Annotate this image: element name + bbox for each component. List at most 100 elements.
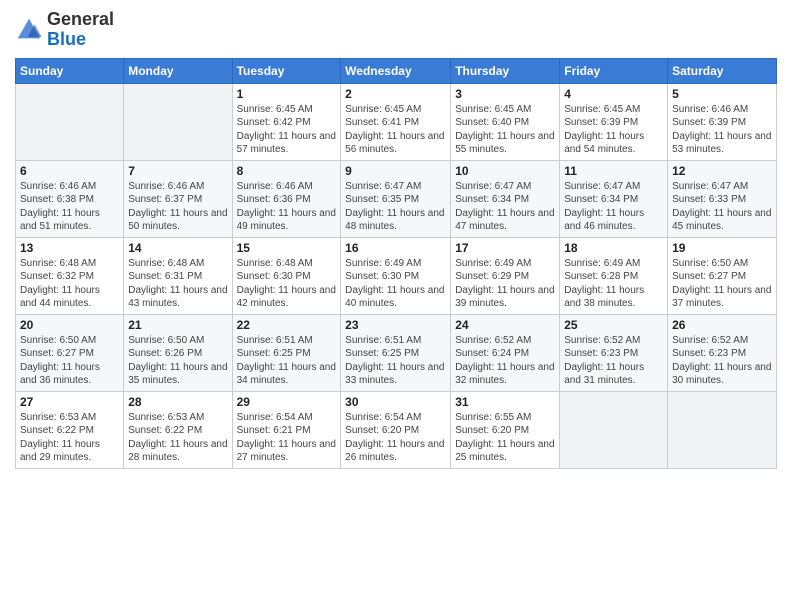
calendar-cell: 7Sunrise: 6:46 AMSunset: 6:37 PMDaylight… xyxy=(124,160,232,237)
day-info: Sunrise: 6:47 AMSunset: 6:33 PMDaylight:… xyxy=(672,180,772,234)
day-number: 9 xyxy=(345,164,446,178)
calendar-cell: 9Sunrise: 6:47 AMSunset: 6:35 PMDaylight… xyxy=(341,160,451,237)
calendar-cell: 11 Sunrise: 6:47 AMSunset: 6:34 PMDayligh… xyxy=(560,160,668,237)
calendar-cell: 15 Sunrise: 6:48 AMSunset: 6:30 PMDayligh… xyxy=(232,237,341,314)
day-number: 2 xyxy=(345,87,446,101)
calendar-header-friday: Friday xyxy=(560,58,668,83)
calendar-header-sunday: Sunday xyxy=(16,58,124,83)
day-number: 11 xyxy=(564,164,663,178)
day-info: Sunrise: 6:48 AMSunset: 6:30 PMDaylight:… xyxy=(237,257,337,311)
calendar-cell: 5 Sunrise: 6:46 AMSunset: 6:39 PMDaylight… xyxy=(668,83,777,160)
calendar-cell: 23 Sunrise: 6:51 AMSunset: 6:25 PMDayligh… xyxy=(341,314,451,391)
day-info: Sunrise: 6:46 AMSunset: 6:39 PMDaylight:… xyxy=(672,103,772,157)
calendar-cell: 28 Sunrise: 6:53 AMSunset: 6:22 PMDayligh… xyxy=(124,391,232,468)
calendar-week-5: 27 Sunrise: 6:53 AMSunset: 6:22 PMDayligh… xyxy=(16,391,777,468)
day-number: 15 xyxy=(237,241,337,255)
day-info: Sunrise: 6:49 AMSunset: 6:30 PMDaylight:… xyxy=(345,257,446,311)
day-info: Sunrise: 6:50 AMSunset: 6:27 PMDaylight:… xyxy=(672,257,772,311)
day-info: Sunrise: 6:48 AMSunset: 6:32 PMDaylight:… xyxy=(20,257,119,311)
day-info: Sunrise: 6:45 AMSunset: 6:39 PMDaylight:… xyxy=(564,103,663,157)
day-info: Sunrise: 6:47 AMSunset: 6:34 PMDaylight:… xyxy=(564,180,663,234)
day-info: Sunrise: 6:54 AMSunset: 6:21 PMDaylight:… xyxy=(237,411,337,465)
calendar-cell: 21 Sunrise: 6:50 AMSunset: 6:26 PMDayligh… xyxy=(124,314,232,391)
day-number: 21 xyxy=(128,318,227,332)
day-info: Sunrise: 6:49 AMSunset: 6:28 PMDaylight:… xyxy=(564,257,663,311)
day-number: 14 xyxy=(128,241,227,255)
day-info: Sunrise: 6:45 AMSunset: 6:41 PMDaylight:… xyxy=(345,103,446,157)
day-info: Sunrise: 6:54 AMSunset: 6:20 PMDaylight:… xyxy=(345,411,446,465)
calendar-week-4: 20Sunrise: 6:50 AMSunset: 6:27 PMDayligh… xyxy=(16,314,777,391)
calendar-week-1: 1 Sunrise: 6:45 AMSunset: 6:42 PMDaylight… xyxy=(16,83,777,160)
day-number: 24 xyxy=(455,318,555,332)
day-number: 19 xyxy=(672,241,772,255)
day-number: 8 xyxy=(237,164,337,178)
day-number: 26 xyxy=(672,318,772,332)
calendar-cell: 16 Sunrise: 6:49 AMSunset: 6:30 PMDayligh… xyxy=(341,237,451,314)
calendar-header-row: SundayMondayTuesdayWednesdayThursdayFrid… xyxy=(16,58,777,83)
day-number: 1 xyxy=(237,87,337,101)
calendar-week-3: 13 Sunrise: 6:48 AMSunset: 6:32 PMDayligh… xyxy=(16,237,777,314)
day-number: 6 xyxy=(20,164,119,178)
day-info: Sunrise: 6:52 AMSunset: 6:24 PMDaylight:… xyxy=(455,334,555,388)
day-number: 31 xyxy=(455,395,555,409)
calendar-header-saturday: Saturday xyxy=(668,58,777,83)
day-info: Sunrise: 6:51 AMSunset: 6:25 PMDaylight:… xyxy=(237,334,337,388)
day-number: 4 xyxy=(564,87,663,101)
day-number: 28 xyxy=(128,395,227,409)
day-number: 5 xyxy=(672,87,772,101)
day-info: Sunrise: 6:48 AMSunset: 6:31 PMDaylight:… xyxy=(128,257,227,311)
day-number: 22 xyxy=(237,318,337,332)
calendar-cell xyxy=(124,83,232,160)
calendar-cell: 17 Sunrise: 6:49 AMSunset: 6:29 PMDayligh… xyxy=(451,237,560,314)
calendar-cell: 14 Sunrise: 6:48 AMSunset: 6:31 PMDayligh… xyxy=(124,237,232,314)
page: GeneralBlue SundayMondayTuesdayWednesday… xyxy=(0,0,792,612)
day-number: 17 xyxy=(455,241,555,255)
calendar-cell: 8 Sunrise: 6:46 AMSunset: 6:36 PMDaylight… xyxy=(232,160,341,237)
day-number: 20 xyxy=(20,318,119,332)
calendar-cell xyxy=(560,391,668,468)
calendar-cell xyxy=(16,83,124,160)
day-number: 25 xyxy=(564,318,663,332)
day-info: Sunrise: 6:53 AMSunset: 6:22 PMDaylight:… xyxy=(128,411,227,465)
calendar-cell: 13 Sunrise: 6:48 AMSunset: 6:32 PMDayligh… xyxy=(16,237,124,314)
calendar-cell: 18 Sunrise: 6:49 AMSunset: 6:28 PMDayligh… xyxy=(560,237,668,314)
calendar-cell: 4 Sunrise: 6:45 AMSunset: 6:39 PMDaylight… xyxy=(560,83,668,160)
calendar-cell: 27 Sunrise: 6:53 AMSunset: 6:22 PMDayligh… xyxy=(16,391,124,468)
calendar-header-thursday: Thursday xyxy=(451,58,560,83)
day-number: 10 xyxy=(455,164,555,178)
day-info: Sunrise: 6:46 AMSunset: 6:38 PMDaylight:… xyxy=(20,180,119,234)
day-number: 16 xyxy=(345,241,446,255)
calendar-cell: 26Sunrise: 6:52 AMSunset: 6:23 PMDayligh… xyxy=(668,314,777,391)
calendar-header-monday: Monday xyxy=(124,58,232,83)
logo-text: GeneralBlue xyxy=(47,10,114,50)
calendar-header-wednesday: Wednesday xyxy=(341,58,451,83)
day-info: Sunrise: 6:50 AMSunset: 6:26 PMDaylight:… xyxy=(128,334,227,388)
calendar-cell: 24 Sunrise: 6:52 AMSunset: 6:24 PMDayligh… xyxy=(451,314,560,391)
calendar-header-tuesday: Tuesday xyxy=(232,58,341,83)
day-number: 3 xyxy=(455,87,555,101)
calendar-cell: 3 Sunrise: 6:45 AMSunset: 6:40 PMDaylight… xyxy=(451,83,560,160)
calendar-cell xyxy=(668,391,777,468)
day-info: Sunrise: 6:51 AMSunset: 6:25 PMDaylight:… xyxy=(345,334,446,388)
day-number: 13 xyxy=(20,241,119,255)
calendar-cell: 31 Sunrise: 6:55 AMSunset: 6:20 PMDayligh… xyxy=(451,391,560,468)
day-number: 29 xyxy=(237,395,337,409)
day-number: 30 xyxy=(345,395,446,409)
day-info: Sunrise: 6:46 AMSunset: 6:37 PMDaylight:… xyxy=(128,180,227,234)
calendar-cell: 2 Sunrise: 6:45 AMSunset: 6:41 PMDaylight… xyxy=(341,83,451,160)
calendar-cell: 6 Sunrise: 6:46 AMSunset: 6:38 PMDaylight… xyxy=(16,160,124,237)
day-info: Sunrise: 6:45 AMSunset: 6:42 PMDaylight:… xyxy=(237,103,337,157)
logo-icon xyxy=(15,16,43,44)
day-number: 27 xyxy=(20,395,119,409)
day-number: 18 xyxy=(564,241,663,255)
calendar-cell: 19 Sunrise: 6:50 AMSunset: 6:27 PMDayligh… xyxy=(668,237,777,314)
logo: GeneralBlue xyxy=(15,10,114,50)
day-info: Sunrise: 6:46 AMSunset: 6:36 PMDaylight:… xyxy=(237,180,337,234)
calendar-cell: 30 Sunrise: 6:54 AMSunset: 6:20 PMDayligh… xyxy=(341,391,451,468)
day-info: Sunrise: 6:55 AMSunset: 6:20 PMDaylight:… xyxy=(455,411,555,465)
day-info: Sunrise: 6:45 AMSunset: 6:40 PMDaylight:… xyxy=(455,103,555,157)
day-info: Sunrise: 6:49 AMSunset: 6:29 PMDaylight:… xyxy=(455,257,555,311)
day-info: Sunrise: 6:53 AMSunset: 6:22 PMDaylight:… xyxy=(20,411,119,465)
calendar-cell: 22 Sunrise: 6:51 AMSunset: 6:25 PMDayligh… xyxy=(232,314,341,391)
day-number: 23 xyxy=(345,318,446,332)
